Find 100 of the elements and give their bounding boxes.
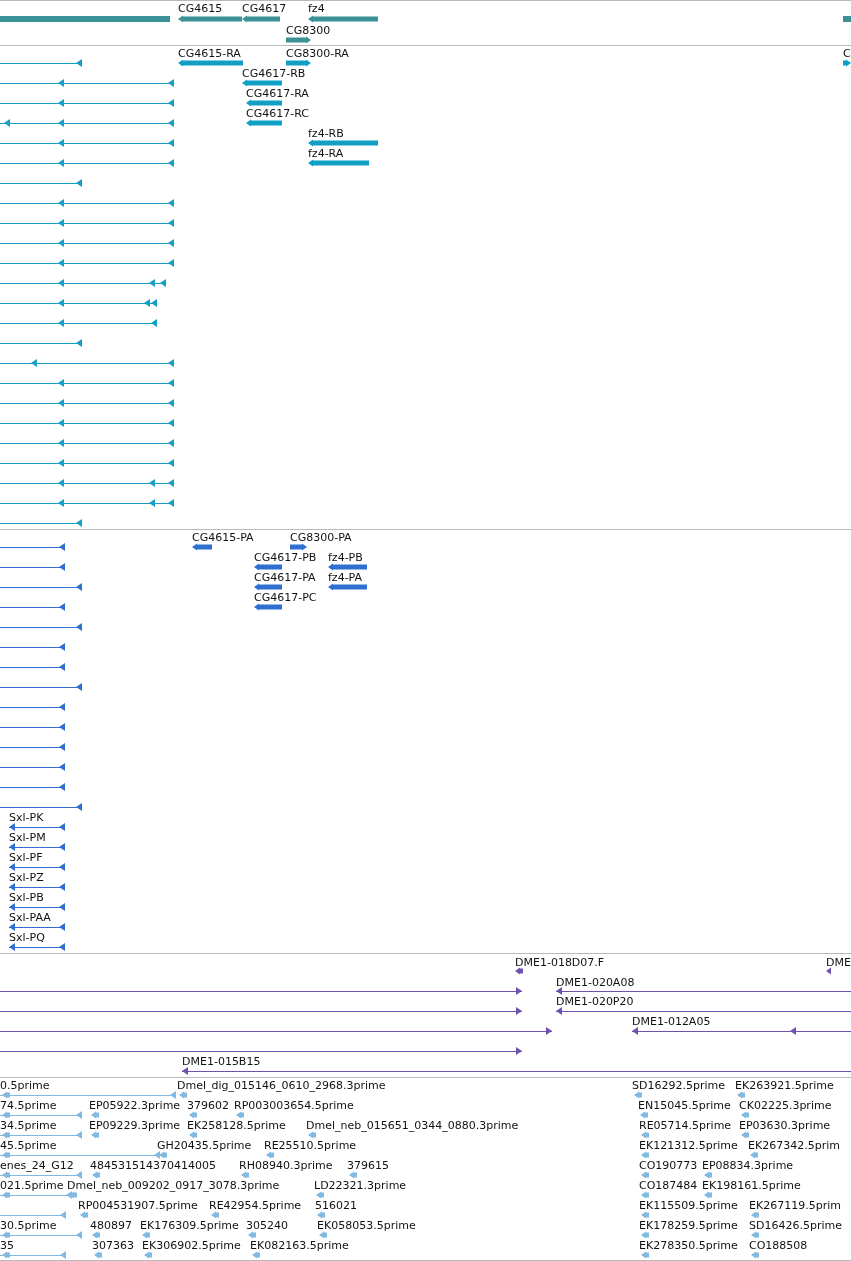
feature-line bbox=[0, 743, 66, 751]
feature-label: DME1-020P20 bbox=[556, 995, 634, 1009]
feature-label: EK115509.5prime bbox=[639, 1199, 738, 1213]
feature-glyph[interactable] bbox=[254, 603, 282, 611]
feature-label: RP004531907.5prime bbox=[78, 1199, 198, 1213]
feature-glyph[interactable] bbox=[246, 119, 282, 127]
feature-label: fz4-PA bbox=[328, 571, 363, 585]
feature-label: CG4615-PA bbox=[192, 531, 254, 545]
feature-label: EK267342.5prim bbox=[748, 1139, 840, 1153]
feature-line bbox=[0, 563, 66, 571]
feature-label: 021.5prime bbox=[0, 1179, 64, 1193]
feature-label: CK02225.3prime bbox=[739, 1099, 832, 1113]
feature-glyph[interactable] bbox=[328, 583, 367, 591]
feature-glyph[interactable] bbox=[8, 823, 66, 831]
feature-label: 307363 bbox=[92, 1239, 134, 1253]
feature-label: Dmel_neb_015651_0344_0880.3prime bbox=[306, 1119, 519, 1133]
feature-label: EP05922.3prime bbox=[89, 1099, 181, 1113]
feature-label: DME bbox=[826, 956, 851, 970]
feature-glyph[interactable] bbox=[8, 863, 66, 871]
feature-label: C bbox=[843, 47, 851, 61]
feature-line bbox=[0, 1251, 67, 1259]
feature-label: Sxl-PK bbox=[9, 811, 44, 825]
feature-glyph[interactable] bbox=[246, 99, 282, 107]
feature-label: 34.5prime bbox=[0, 1119, 57, 1133]
feature-label: fz4-RA bbox=[308, 147, 344, 161]
feature-label: RH08940.3prime bbox=[239, 1159, 333, 1173]
feature-label: EP08834.3prime bbox=[702, 1159, 794, 1173]
feature-glyph[interactable] bbox=[242, 79, 282, 87]
feature-label: DME1-020A08 bbox=[556, 976, 635, 990]
feature-label: EK267119.5prim bbox=[749, 1199, 841, 1213]
feature-label: 480897 bbox=[90, 1219, 132, 1233]
feature-label: CG8300-RA bbox=[286, 47, 349, 61]
feature-label: DME1-012A05 bbox=[632, 1015, 711, 1029]
feature-label: RE42954.5prime bbox=[209, 1199, 302, 1213]
feature-label: 45.5prime bbox=[0, 1139, 57, 1153]
feature-line bbox=[0, 783, 66, 791]
feature-glyph[interactable] bbox=[8, 903, 66, 911]
feature-label: EK058053.5prime bbox=[317, 1219, 416, 1233]
feature-glyph[interactable] bbox=[192, 543, 212, 551]
feature-glyph[interactable] bbox=[178, 15, 242, 23]
feature-glyph[interactable] bbox=[8, 943, 66, 951]
feature-label: 30.5prime bbox=[0, 1219, 57, 1233]
feature-glyph[interactable] bbox=[555, 1007, 851, 1015]
feature-line bbox=[0, 1211, 67, 1219]
feature-label: fz4-RB bbox=[308, 127, 344, 141]
feature-glyph[interactable] bbox=[8, 923, 66, 931]
feature-glyph[interactable] bbox=[290, 543, 307, 551]
feature-glyph[interactable] bbox=[181, 1067, 851, 1075]
feature-label: 35 bbox=[0, 1239, 14, 1253]
feature-glyph[interactable] bbox=[308, 159, 369, 167]
feature-label: EK176309.5prime bbox=[140, 1219, 239, 1233]
feature-label: RP003003654.5prime bbox=[234, 1099, 354, 1113]
feature-line bbox=[0, 723, 66, 731]
feature-glyph[interactable] bbox=[8, 883, 66, 891]
feature-glyph[interactable] bbox=[254, 563, 282, 571]
feature-label: RE05714.5prime bbox=[639, 1119, 732, 1133]
feature-label: fz4-PB bbox=[328, 551, 363, 565]
feature-label: SD16426.5prime bbox=[749, 1219, 842, 1233]
feature-label: enes_24_G12 bbox=[0, 1159, 74, 1173]
feature-line bbox=[0, 663, 66, 671]
feature-label: CG4617-RA bbox=[246, 87, 309, 101]
feature-glyph[interactable] bbox=[242, 15, 280, 23]
feature-glyph[interactable] bbox=[178, 59, 243, 67]
feature-label: DME1-018D07.F bbox=[515, 956, 605, 970]
feature-glyph[interactable] bbox=[826, 967, 831, 975]
feature-glyph[interactable] bbox=[8, 843, 66, 851]
feature-label: CG4617-PB bbox=[254, 551, 317, 565]
feature-label: CG4615-RA bbox=[178, 47, 241, 61]
feature-glyph[interactable] bbox=[515, 967, 523, 975]
feature-line bbox=[0, 643, 66, 651]
feature-label: 516021 bbox=[315, 1199, 357, 1213]
feature-glyph[interactable] bbox=[555, 987, 851, 995]
feature-glyph[interactable] bbox=[631, 1027, 851, 1035]
feature-label: 0.5prime bbox=[0, 1079, 50, 1093]
feature-label: 74.5prime bbox=[0, 1099, 57, 1113]
feature-label: LD22321.3prime bbox=[314, 1179, 407, 1193]
feature-line bbox=[0, 763, 66, 771]
feature-line bbox=[0, 543, 66, 551]
feature-label: CG4617 bbox=[242, 2, 287, 16]
feature-line bbox=[0, 703, 66, 711]
feature-glyph[interactable] bbox=[328, 563, 367, 571]
feature-label: CO187484 bbox=[639, 1179, 698, 1193]
feature-glyph[interactable] bbox=[286, 59, 311, 67]
feature-label: EK258128.5prime bbox=[187, 1119, 286, 1133]
feature-glyph[interactable] bbox=[286, 36, 311, 44]
feature-label: CG4615 bbox=[178, 2, 223, 16]
feature-glyph[interactable] bbox=[254, 583, 282, 591]
feature-label: EP09229.3prime bbox=[89, 1119, 181, 1133]
feature-label: Sxl-PM bbox=[9, 831, 46, 845]
feature-glyph[interactable] bbox=[308, 15, 378, 23]
feature-label: EK278350.5prime bbox=[639, 1239, 738, 1253]
feature-glyph[interactable] bbox=[843, 59, 851, 67]
feature-label: 379615 bbox=[347, 1159, 389, 1173]
feature-label: EK306902.5prime bbox=[142, 1239, 241, 1253]
feature-label: 305240 bbox=[246, 1219, 288, 1233]
feature-label: EK178259.5prime bbox=[639, 1219, 738, 1233]
feature-label: EP03630.3prime bbox=[739, 1119, 831, 1133]
feature-label: Dmel_dig_015146_0610_2968.3prime bbox=[177, 1079, 386, 1093]
feature-label: DME1-015B15 bbox=[182, 1055, 261, 1069]
feature-glyph[interactable] bbox=[308, 139, 378, 147]
